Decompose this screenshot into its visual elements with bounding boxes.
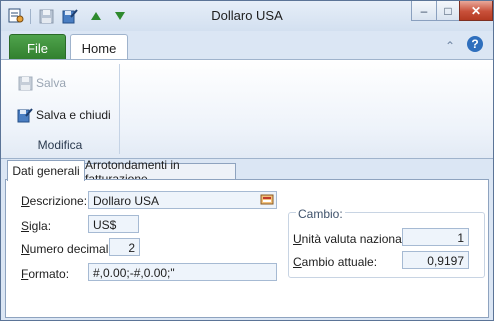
descrizione-field[interactable]: Dollaro USA [88, 191, 277, 209]
formato-field[interactable]: #,0.00;-#,0.00;" [88, 263, 277, 281]
ribbon-panel: Salva Salva e chiudi Modifica [1, 59, 493, 159]
tab-home[interactable]: Home [70, 34, 128, 61]
cambio-attuale-label: Cambio attuale: [293, 255, 378, 269]
save-icon [17, 75, 33, 91]
maximize-button[interactable]: □ [436, 1, 460, 21]
tab-file[interactable]: File [9, 34, 66, 62]
decimali-value: 2 [128, 241, 135, 255]
tab-arrotondamenti[interactable]: Arrotondamenti in fatturazione [84, 158, 236, 186]
save-close-icon [17, 107, 33, 123]
formato-value: #,0.00;-#,0.00;" [93, 266, 175, 280]
ribbon-tab-row: File Home ⌃ ? [1, 31, 493, 62]
ribbon-group-label: Modifica [37, 138, 83, 152]
content-area: Dati generali Arrotondamenti in fatturaz… [5, 158, 489, 318]
save-close-label: Salva e chiudi [36, 108, 111, 122]
formato-label: Formato: [21, 267, 70, 281]
help-icon[interactable]: ? [467, 36, 483, 52]
title-bar: Dollaro USA – □ ✕ [1, 1, 493, 31]
descrizione-label: Descrizione: [21, 194, 88, 208]
general-panel: Descrizione: Dollaro USA Sigla: US$ Nume… [5, 179, 489, 318]
decimali-label: Numero decimali: [21, 242, 115, 256]
main-window: Dollaro USA – □ ✕ File Home ⌃ ? Salva Sa… [0, 0, 494, 321]
cambio-title: Cambio: [296, 207, 345, 221]
minimize-ribbon-icon[interactable]: ⌃ [445, 39, 455, 53]
cambio-attuale-value: 0,9197 [427, 254, 464, 268]
translate-icon[interactable] [259, 192, 275, 208]
unita-label: Unità valuta nazionale: [293, 232, 415, 246]
sigla-label: Sigla: [21, 219, 52, 233]
descrizione-value: Dollaro USA [93, 194, 160, 208]
minimize-button[interactable]: – [411, 1, 437, 21]
unita-field[interactable]: 1 [402, 228, 469, 246]
cambio-attuale-field[interactable]: 0,9197 [402, 251, 469, 269]
save-and-close-button[interactable]: Salva e chiudi [17, 107, 111, 123]
decimali-field[interactable]: 2 [109, 238, 140, 256]
unita-value: 1 [457, 231, 464, 245]
save-button[interactable]: Salva [17, 75, 66, 91]
save-label: Salva [36, 76, 67, 90]
tab-dati-generali[interactable]: Dati generali [7, 160, 85, 181]
sigla-value: US$ [93, 218, 117, 232]
sigla-field[interactable]: US$ [88, 215, 139, 233]
close-button[interactable]: ✕ [459, 1, 493, 21]
ribbon-group-separator [119, 64, 120, 154]
